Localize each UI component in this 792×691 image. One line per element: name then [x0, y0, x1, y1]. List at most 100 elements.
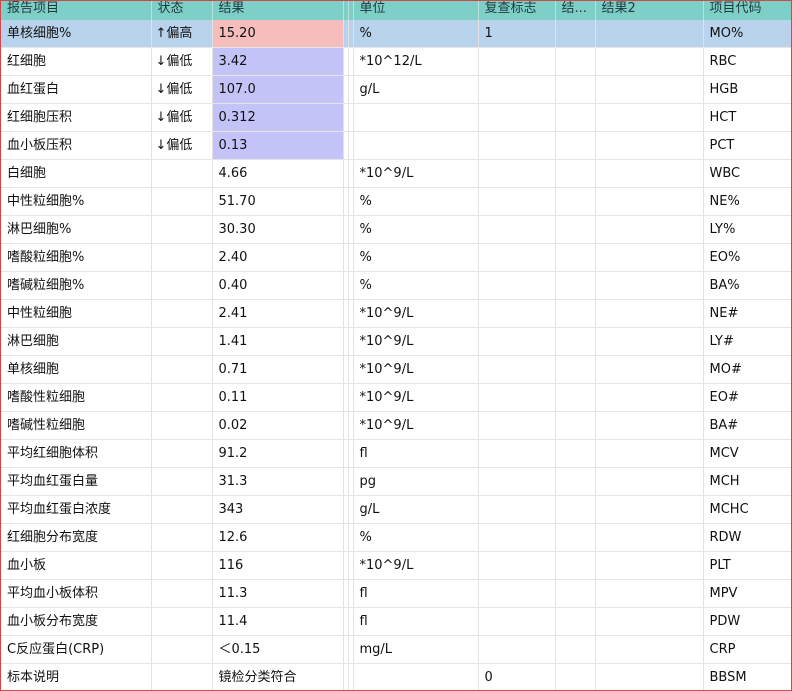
result-cell: 0.312: [212, 103, 344, 132]
table-row[interactable]: 红细胞分布宽度 12.6% RDW: [1, 523, 791, 552]
header-row: 报告项目 状态 结果 单位 复查标志 结... 结果2 项目代码: [1, 1, 791, 20]
result-1-cell: [555, 187, 596, 216]
col-header-report-item[interactable]: 报告项目: [1, 1, 152, 20]
result-cell: 3.42: [212, 47, 344, 76]
table-row[interactable]: 白细胞 4.66 *10^9/L WBC: [1, 159, 791, 188]
unit-cell: fl: [353, 607, 479, 636]
review-flag-cell: [478, 103, 556, 132]
result-1-cell: [555, 103, 596, 132]
result-2-cell: [595, 467, 704, 496]
report-item-cell: 红细胞压积: [1, 103, 152, 132]
table-row[interactable]: 平均血红蛋白量 31.3 pg MCH: [1, 467, 791, 496]
status-cell: [151, 299, 213, 328]
result-cell: 30.30: [212, 215, 344, 244]
table-row[interactable]: 红细胞 ↓偏低 3.42 *10^12/L RBC: [1, 47, 791, 76]
report-item-cell: 嗜碱性粒细胞: [1, 411, 152, 440]
result-1-cell: [555, 523, 596, 552]
result-1-cell: [555, 47, 596, 76]
review-flag-cell: [478, 635, 556, 664]
unit-cell: *10^9/L: [353, 355, 479, 384]
status-cell: ↓偏低: [151, 47, 213, 76]
col-header-unit[interactable]: 单位: [353, 1, 479, 20]
item-code-cell: MCHC: [703, 495, 791, 524]
review-flag-cell: [478, 411, 556, 440]
table-row[interactable]: 平均血红蛋白浓度 343 g/L MCHC: [1, 495, 791, 524]
unit-cell: %: [353, 243, 479, 272]
unit-cell: *10^9/L: [353, 299, 479, 328]
review-flag-cell: 1: [478, 20, 556, 48]
table-row[interactable]: 血红蛋白 ↓偏低 107.0 g/L HGB: [1, 75, 791, 104]
unit-cell: %: [353, 215, 479, 244]
item-code-cell: NE%: [703, 187, 791, 216]
table-row[interactable]: 血小板分布宽度 11.4 fl PDW: [1, 607, 791, 636]
status-cell: ↓偏低: [151, 75, 213, 104]
review-flag-cell: [478, 523, 556, 552]
status-cell: [151, 523, 213, 552]
item-code-cell: RBC: [703, 47, 791, 76]
review-flag-cell: [478, 551, 556, 580]
unit-cell: *10^12/L: [353, 47, 479, 76]
table-row[interactable]: 平均血小板体积 11.3 fl MPV: [1, 579, 791, 608]
table-row[interactable]: 嗜碱性粒细胞 0.02 *10^9/L BA#: [1, 411, 791, 440]
result-1-cell: [555, 327, 596, 356]
result-cell: ＜0.15: [212, 635, 344, 664]
result-2-cell: [595, 523, 704, 552]
status-cell: [151, 495, 213, 524]
col-header-result[interactable]: 结果: [212, 1, 344, 20]
table-row[interactable]: 标本说明 镜检分类符合 0 BBSM: [1, 663, 791, 690]
result-1-cell: [555, 439, 596, 468]
col-header-item-code[interactable]: 项目代码: [703, 1, 791, 20]
review-flag-cell: [478, 187, 556, 216]
table-row[interactable]: 单核细胞% ↑偏高 15.20% 1 MO%: [1, 20, 791, 48]
table-row[interactable]: 中性粒细胞% 51.70% NE%: [1, 187, 791, 216]
result-2-cell: [595, 243, 704, 272]
table-row[interactable]: 淋巴细胞 1.41 *10^9/L LY#: [1, 327, 791, 356]
status-cell: [151, 635, 213, 664]
status-cell: [151, 411, 213, 440]
status-cell: [151, 187, 213, 216]
review-flag-cell: [478, 75, 556, 104]
item-code-cell: EO%: [703, 243, 791, 272]
result-2-cell: [595, 299, 704, 328]
status-cell: ↑偏高: [151, 20, 213, 48]
table-row[interactable]: 红细胞压积 ↓偏低 0.312 HCT: [1, 103, 791, 132]
table-row[interactable]: 血小板压积 ↓偏低 0.13 PCT: [1, 131, 791, 160]
col-header-status[interactable]: 状态: [151, 1, 213, 20]
table-row[interactable]: 嗜酸性粒细胞 0.11 *10^9/L EO#: [1, 383, 791, 412]
report-item-cell: 血小板分布宽度: [1, 607, 152, 636]
result-cell: 镜检分类符合: [212, 663, 344, 690]
result-cell: 0.40: [212, 271, 344, 300]
col-header-review-flag[interactable]: 复查标志: [478, 1, 556, 20]
table-row[interactable]: 血小板 116 *10^9/L PLT: [1, 551, 791, 580]
status-cell: [151, 579, 213, 608]
result-1-cell: [555, 383, 596, 412]
status-cell: ↓偏低: [151, 131, 213, 160]
result-cell: 4.66: [212, 159, 344, 188]
result-cell: 0.13: [212, 131, 344, 160]
col-header-result-2[interactable]: 结果2: [595, 1, 704, 20]
item-code-cell: NE#: [703, 299, 791, 328]
col-header-result-1[interactable]: 结...: [555, 1, 596, 20]
table-row[interactable]: 单核细胞 0.71 *10^9/L MO#: [1, 355, 791, 384]
status-cell: [151, 243, 213, 272]
result-2-cell: [595, 355, 704, 384]
table-row[interactable]: 嗜酸粒细胞% 2.40% EO%: [1, 243, 791, 272]
table-row[interactable]: 平均红细胞体积 91.2 fl MCV: [1, 439, 791, 468]
result-1-cell: [555, 607, 596, 636]
unit-cell: *10^9/L: [353, 327, 479, 356]
unit-cell: *10^9/L: [353, 411, 479, 440]
result-2-cell: [595, 439, 704, 468]
result-cell: 15.20: [212, 20, 344, 48]
report-item-cell: 单核细胞: [1, 355, 152, 384]
table-row[interactable]: 中性粒细胞 2.41 *10^9/L NE#: [1, 299, 791, 328]
table-row[interactable]: 淋巴细胞% 30.30% LY%: [1, 215, 791, 244]
status-cell: [151, 355, 213, 384]
table-row[interactable]: 嗜碱粒细胞% 0.40% BA%: [1, 271, 791, 300]
report-item-cell: 红细胞: [1, 47, 152, 76]
result-2-cell: [595, 103, 704, 132]
review-flag-cell: [478, 467, 556, 496]
result-2-cell: [595, 47, 704, 76]
result-2-cell: [595, 635, 704, 664]
table-row[interactable]: C反应蛋白(CRP) ＜0.15 mg/L CRP: [1, 635, 791, 664]
item-code-cell: MPV: [703, 579, 791, 608]
